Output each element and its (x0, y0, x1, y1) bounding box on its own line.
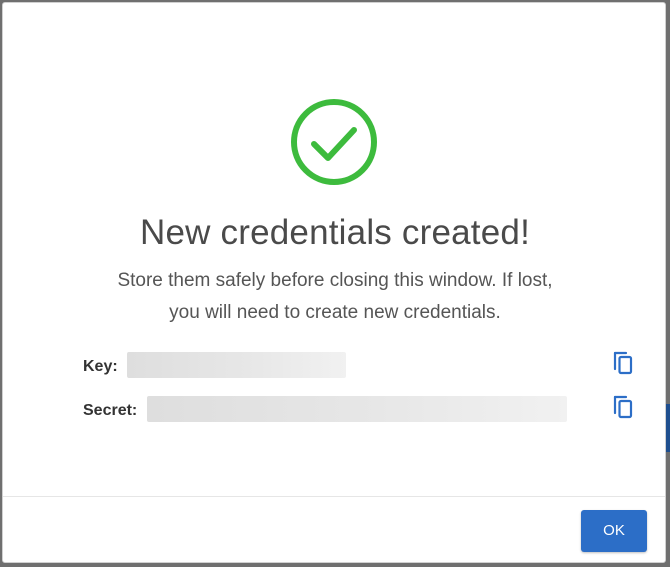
key-label: Key: (83, 358, 118, 375)
background-button-edge (666, 404, 670, 452)
check-circle-icon (290, 98, 378, 186)
credentials-dialog: New credentials created! Store them safe… (2, 2, 666, 563)
footer-divider (3, 496, 665, 497)
copy-icon (613, 351, 633, 375)
secret-value-redacted (147, 396, 567, 422)
copy-key-button[interactable] (611, 349, 635, 377)
dialog-message: Store them safely before closing this wi… (63, 265, 607, 329)
secret-label: Secret: (83, 402, 138, 419)
key-value-redacted (127, 352, 346, 378)
copy-icon (613, 395, 633, 419)
dialog-message-line-1: Store them safely before closing this wi… (117, 270, 553, 291)
dialog-title: New credentials created! (140, 213, 530, 252)
copy-secret-button[interactable] (611, 393, 635, 421)
dialog-message-line-2: you will need to create new credentials. (169, 302, 501, 323)
ok-button[interactable]: OK (581, 510, 647, 552)
